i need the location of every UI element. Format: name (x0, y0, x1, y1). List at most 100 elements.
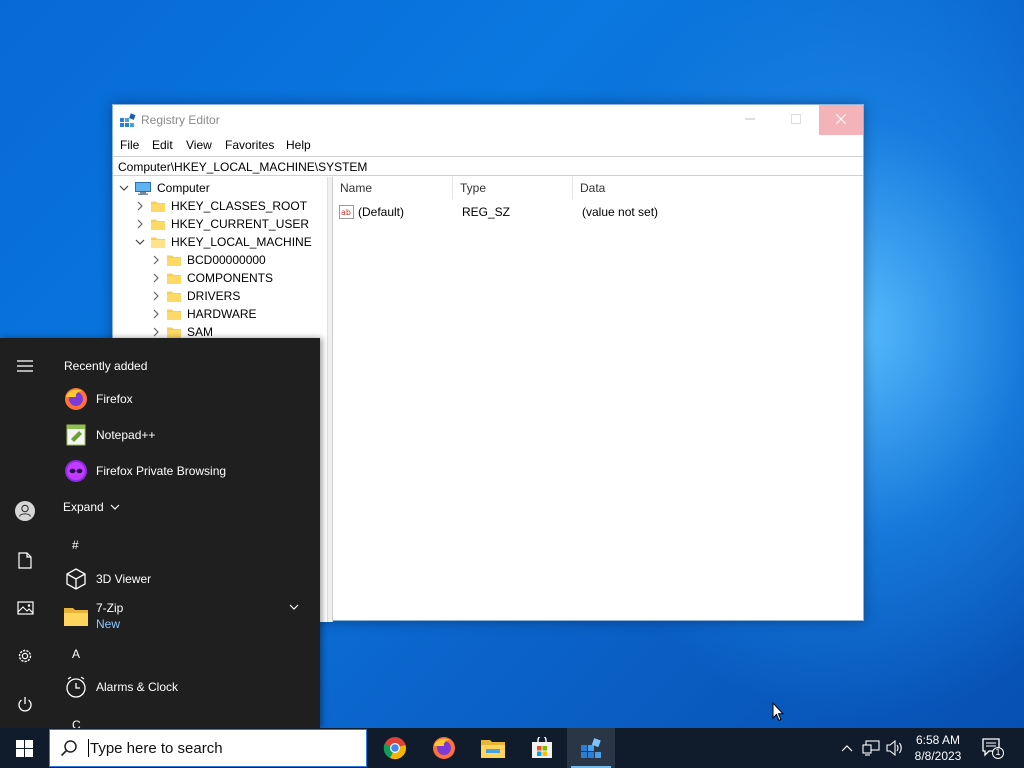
app-alarms-clock[interactable]: Alarms & Clock (64, 672, 314, 702)
column-header-type[interactable]: Type (453, 177, 573, 199)
folder-icon (167, 255, 181, 266)
search-input[interactable]: Type here to search (90, 740, 223, 757)
value-type: REG_SZ (462, 205, 511, 219)
chevron-down-icon (110, 504, 120, 510)
string-value-icon: ab (339, 205, 354, 219)
network-button[interactable] (862, 739, 880, 757)
folder-icon (167, 327, 181, 338)
column-header-data[interactable]: Data (573, 177, 863, 199)
tree-item-bcd[interactable]: BCD00000000 (151, 251, 266, 269)
expand-button[interactable]: Expand (63, 492, 313, 522)
taskbar: Type here to search 6:58 AM 8/8/2023 1 (0, 728, 1024, 768)
pictures-icon (16, 601, 34, 615)
hamburger-icon (17, 360, 33, 372)
tree-item-hkey-current-user[interactable]: HKEY_CURRENT_USER (135, 215, 309, 233)
chevron-right-icon[interactable] (151, 309, 161, 319)
menu-file[interactable]: File (120, 138, 139, 152)
close-button[interactable] (819, 105, 863, 135)
app-3d-viewer[interactable]: 3D Viewer (64, 564, 314, 594)
menu-view[interactable]: View (186, 138, 212, 152)
menu-help[interactable]: Help (286, 138, 311, 152)
taskbar-registry-editor[interactable] (567, 728, 615, 768)
address-bar[interactable]: Computer\HKEY_LOCAL_MACHINE\SYSTEM (113, 156, 863, 176)
tree-item-computer[interactable]: Computer (119, 179, 210, 197)
app-firefox[interactable]: Firefox (64, 384, 314, 414)
value-name: (Default) (358, 205, 405, 219)
start-menu-rail (0, 338, 50, 728)
app-firefox-private[interactable]: Firefox Private Browsing (64, 456, 314, 486)
section-header-hash[interactable]: # (72, 538, 79, 552)
network-icon (862, 740, 880, 756)
taskbar-chrome[interactable] (371, 728, 419, 768)
chevron-right-icon[interactable] (135, 201, 145, 211)
folder-icon (167, 273, 181, 284)
chevron-down-icon[interactable] (135, 237, 145, 247)
registry-editor-icon (120, 113, 136, 127)
start-menu: Recently added Firefox Notepad++ Firefox… (0, 338, 320, 728)
firefox-icon (433, 737, 455, 759)
pictures-button[interactable] (13, 596, 37, 620)
search-icon (60, 740, 77, 757)
title-bar[interactable]: Registry Editor (113, 105, 863, 135)
chevron-right-icon[interactable] (151, 327, 161, 337)
action-center-button[interactable]: 1 (978, 737, 1006, 759)
account-button[interactable] (13, 499, 37, 523)
value-row[interactable]: ab (Default) REG_SZ (value not set) (339, 203, 859, 221)
show-hidden-icons-button[interactable] (838, 739, 856, 757)
documents-button[interactable] (13, 548, 37, 572)
volume-button[interactable] (886, 739, 904, 757)
section-header-c[interactable]: C (72, 718, 81, 728)
notepad-plus-plus-icon (64, 423, 88, 447)
menu-favorites[interactable]: Favorites (225, 138, 274, 152)
window-title: Registry Editor (141, 113, 220, 127)
gear-icon (18, 649, 32, 663)
chevron-right-icon[interactable] (151, 273, 161, 283)
tree-item-hkey-classes-root[interactable]: HKEY_CLASSES_ROOT (135, 197, 307, 215)
chevron-up-icon (841, 745, 853, 752)
firefox-private-icon (64, 459, 88, 483)
minimize-icon (745, 118, 755, 120)
document-icon (18, 551, 32, 569)
tree-item-hardware[interactable]: HARDWARE (151, 305, 257, 323)
folder-open-icon (151, 237, 165, 248)
maximize-button[interactable] (773, 105, 819, 135)
tree-item-components[interactable]: COMPONENTS (151, 269, 273, 287)
tree-item-hkey-local-machine[interactable]: HKEY_LOCAL_MACHINE (135, 233, 312, 251)
folder-icon (64, 604, 88, 628)
section-header-a[interactable]: A (72, 647, 80, 661)
new-badge: New (96, 617, 121, 631)
column-header-name[interactable]: Name (333, 177, 453, 199)
taskbar-file-explorer[interactable] (469, 728, 517, 768)
chevron-right-icon[interactable] (135, 219, 145, 229)
text-caret (88, 739, 89, 757)
recently-added-heading: Recently added (64, 359, 148, 373)
settings-button[interactable] (13, 644, 37, 668)
values-list: Name Type Data ab (Default) REG_SZ (valu… (333, 177, 863, 620)
folder-icon (167, 309, 181, 320)
registry-editor-icon (581, 738, 601, 758)
value-data: (value not set) (582, 205, 659, 219)
chevron-down-icon[interactable] (119, 183, 129, 193)
chevron-right-icon[interactable] (151, 255, 161, 265)
chrome-icon (383, 737, 406, 760)
microsoft-store-icon (532, 737, 552, 758)
chevron-down-icon[interactable] (289, 603, 299, 611)
cube-icon (64, 567, 88, 591)
taskbar-firefox[interactable] (420, 728, 468, 768)
file-explorer-icon (481, 740, 505, 758)
app-notepad-plus-plus[interactable]: Notepad++ (64, 420, 314, 450)
menu-edit[interactable]: Edit (152, 138, 173, 152)
taskbar-microsoft-store[interactable] (518, 728, 566, 768)
start-app-list: Recently added Firefox Notepad++ Firefox… (50, 338, 320, 728)
search-box[interactable]: Type here to search (49, 729, 367, 767)
start-button[interactable] (0, 728, 48, 768)
clock-date: 8/8/2023 (914, 749, 962, 763)
tree-item-drivers[interactable]: DRIVERS (151, 287, 240, 305)
hamburger-menu-button[interactable] (13, 354, 37, 378)
minimize-button[interactable] (727, 105, 773, 135)
app-7-zip[interactable]: 7-Zip New (64, 598, 314, 634)
chevron-right-icon[interactable] (151, 291, 161, 301)
system-clock[interactable]: 6:58 AM 8/8/2023 (910, 732, 966, 764)
power-button[interactable] (13, 692, 37, 716)
speaker-icon (886, 740, 902, 756)
